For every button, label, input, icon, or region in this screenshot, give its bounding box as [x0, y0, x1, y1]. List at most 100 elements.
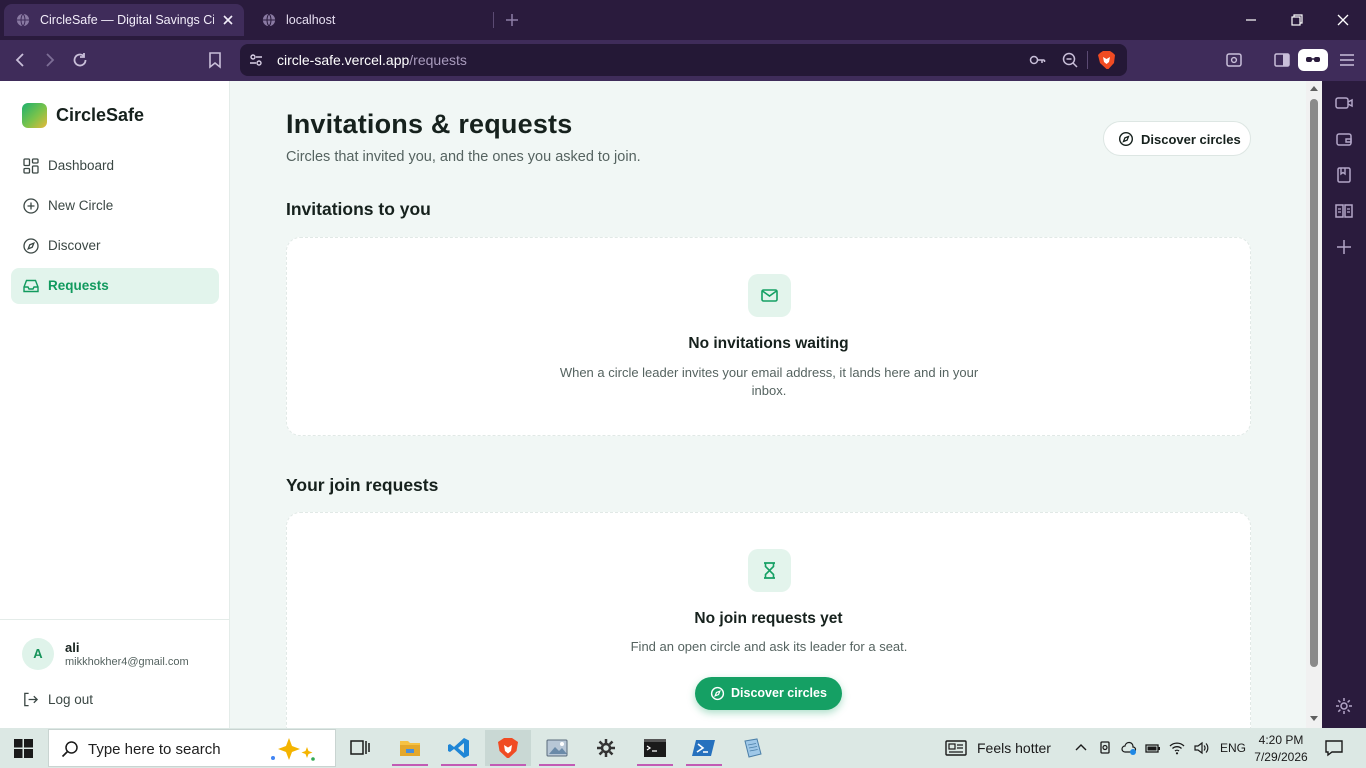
powershell-icon — [692, 740, 715, 756]
folder-icon — [400, 741, 420, 756]
logout-icon — [24, 692, 39, 707]
sidebar-item-label: Dashboard — [48, 158, 115, 173]
video-call-icon[interactable] — [1334, 93, 1354, 113]
terminal-button[interactable] — [632, 730, 678, 766]
photos-button[interactable] — [534, 730, 580, 766]
active-indicator — [490, 764, 526, 766]
clock-time[interactable]: 4:20 PM — [1256, 733, 1306, 747]
settings-icon — [597, 739, 615, 757]
language-indicator[interactable]: ENG — [1220, 741, 1246, 755]
settings-button[interactable] — [583, 730, 629, 766]
brand-name: CircleSafe — [56, 105, 145, 125]
zoom-out-icon[interactable] — [1061, 51, 1079, 69]
reading-list-icon[interactable] — [1334, 201, 1354, 221]
close-icon[interactable] — [220, 12, 236, 28]
weather-news-icon[interactable] — [945, 739, 967, 757]
sidebar-item-discover[interactable]: Discover — [11, 228, 219, 264]
browser-tab-localhost[interactable]: localhost — [250, 4, 490, 36]
back-icon[interactable] — [10, 50, 30, 70]
discover-circles-button[interactable]: Discover circles — [1103, 121, 1251, 156]
terminal-icon — [644, 739, 666, 757]
notification-icon[interactable] — [1324, 739, 1344, 757]
sidebar-divider — [0, 619, 229, 620]
wifi-icon[interactable] — [1169, 740, 1185, 756]
menu-icon[interactable] — [1337, 50, 1357, 70]
url-path: /requests — [409, 52, 467, 68]
reader-icon[interactable] — [1224, 50, 1244, 70]
vpn-button[interactable] — [1298, 49, 1328, 71]
restore-icon[interactable] — [1287, 10, 1307, 30]
plus-circle-icon — [23, 198, 39, 214]
page-subtitle: Circles that invited you, and the ones y… — [286, 149, 641, 165]
window-close-icon[interactable] — [1333, 10, 1353, 30]
cloud-sync-icon[interactable] — [1121, 740, 1137, 756]
brave-shields-icon[interactable] — [1097, 50, 1116, 70]
windows-start-icon[interactable] — [14, 739, 33, 758]
scrollbar-thumb[interactable] — [1310, 99, 1318, 667]
hourglass-icon-box — [748, 549, 791, 592]
sidebar-item-dashboard[interactable]: Dashboard — [11, 148, 219, 184]
inbox-icon — [23, 279, 39, 293]
logout-button[interactable]: Log out — [22, 690, 142, 710]
globe-icon — [16, 13, 30, 27]
invitations-empty-title: No invitations waiting — [688, 335, 849, 352]
notepad-icon — [744, 738, 762, 758]
page-title: Invitations & requests — [286, 109, 573, 139]
sidebar-item-requests[interactable]: Requests — [11, 268, 219, 304]
discover-circles-cta-label: Discover circles — [731, 686, 827, 700]
wallet-icon[interactable] — [1334, 129, 1354, 149]
vscode-button[interactable] — [436, 730, 482, 766]
active-indicator — [686, 764, 722, 766]
join-requests-empty-card: No join requests yet Find an open circle… — [286, 512, 1251, 728]
page-scrollbar[interactable] — [1306, 81, 1322, 728]
join-requests-empty-title: No join requests yet — [694, 610, 843, 627]
discover-circles-cta-button[interactable]: Discover circles — [695, 677, 842, 710]
browser-tab-strip: CircleSafe — Digital Savings Circ localh… — [0, 0, 1366, 40]
add-panel-icon[interactable] — [1334, 237, 1354, 257]
globe-icon — [262, 13, 276, 27]
new-tab-icon[interactable] — [503, 11, 521, 29]
battery-icon[interactable] — [1145, 740, 1161, 756]
url-host: circle-safe.vercel.app — [277, 52, 410, 68]
sidebar-item-label: New Circle — [48, 198, 114, 213]
settings-gear-icon[interactable] — [1334, 696, 1354, 716]
reload-icon[interactable] — [70, 50, 90, 70]
browser-toolbar: circle-safe.vercel.app/requests — [0, 40, 1366, 81]
vscode-icon — [448, 738, 469, 758]
hourglass-icon — [764, 562, 775, 579]
task-view-button[interactable] — [337, 730, 383, 766]
taskbar-search-box[interactable]: Type here to search — [48, 729, 336, 767]
bookmark-icon[interactable] — [205, 50, 225, 70]
sidebar-item-new-circle[interactable]: New Circle — [11, 188, 219, 224]
weather-text[interactable]: Feels hotter — [977, 740, 1051, 756]
powershell-button[interactable] — [681, 730, 727, 766]
brand-logo — [22, 103, 47, 128]
active-indicator — [392, 764, 428, 766]
join-requests-empty-description: Find an open circle and ask its leader f… — [630, 639, 908, 654]
scroll-down-icon[interactable] — [1310, 716, 1318, 722]
user-email: mikkhokher4@gmail.com — [65, 656, 189, 668]
photos-icon — [546, 739, 568, 757]
tab-title: CircleSafe — Digital Savings Circ — [40, 13, 214, 27]
scroll-up-icon[interactable] — [1310, 85, 1318, 91]
active-indicator — [441, 764, 477, 766]
windows-taskbar: Type here to search Feels hotter ENG 4:2… — [0, 728, 1366, 768]
device-icon[interactable] — [1097, 740, 1113, 756]
volume-icon[interactable] — [1193, 740, 1209, 756]
chevron-up-icon[interactable] — [1073, 740, 1089, 756]
bookmarks-panel-icon[interactable] — [1334, 165, 1354, 185]
clock-date[interactable]: 7/29/2026 — [1252, 750, 1310, 764]
file-explorer-button[interactable] — [387, 730, 433, 766]
sidebar-toggle-icon[interactable] — [1272, 50, 1292, 70]
urlbar-divider — [1087, 51, 1088, 69]
key-icon[interactable] — [1028, 51, 1046, 69]
forward-icon[interactable] — [40, 50, 60, 70]
address-bar[interactable]: circle-safe.vercel.app/requests — [240, 44, 1127, 76]
browser-tab-active[interactable]: CircleSafe — Digital Savings Circ — [4, 4, 244, 36]
brave-button[interactable] — [485, 730, 531, 766]
app-button[interactable] — [730, 730, 776, 766]
site-settings-icon[interactable] — [248, 52, 264, 68]
glasses-icon — [1306, 57, 1320, 62]
sidebar-item-label: Discover — [48, 238, 101, 253]
minimize-icon[interactable] — [1241, 10, 1261, 30]
